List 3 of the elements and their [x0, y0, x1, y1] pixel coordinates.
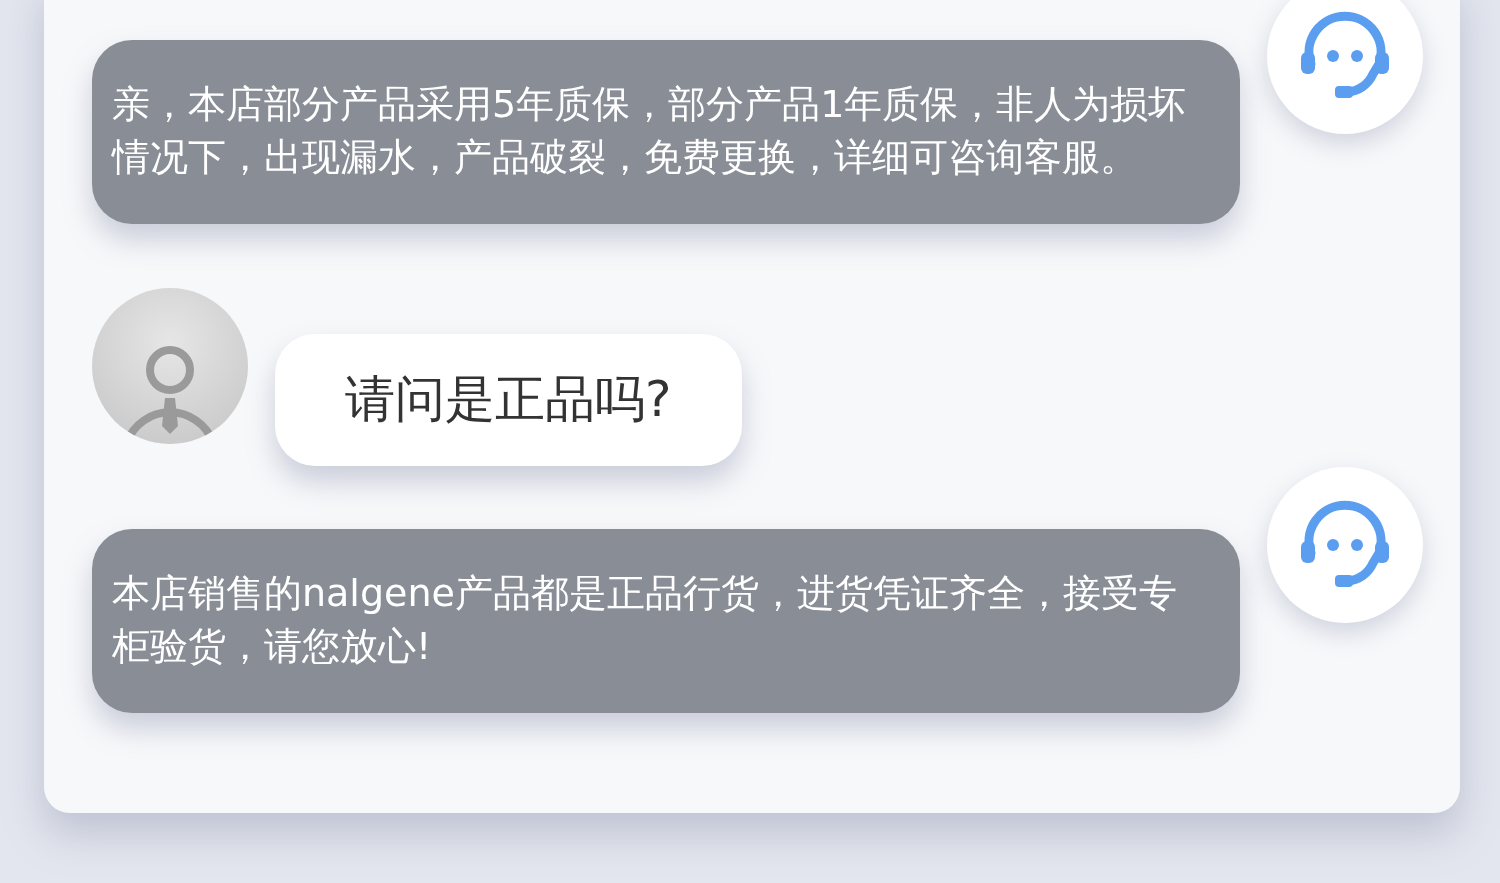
message-bubble: 请问是正品吗?	[275, 334, 742, 466]
message-bubble: 本店销售的nalgene产品都是正品行货，进货凭证齐全，接受专柜验货，请您放心!	[92, 529, 1240, 713]
message-bubble: 亲，本店部分产品采用5年质保，部分产品1年质保，非人为损坏情况下，出现漏水，产品破裂，免费更换，详细可咨询客服。	[92, 40, 1240, 224]
